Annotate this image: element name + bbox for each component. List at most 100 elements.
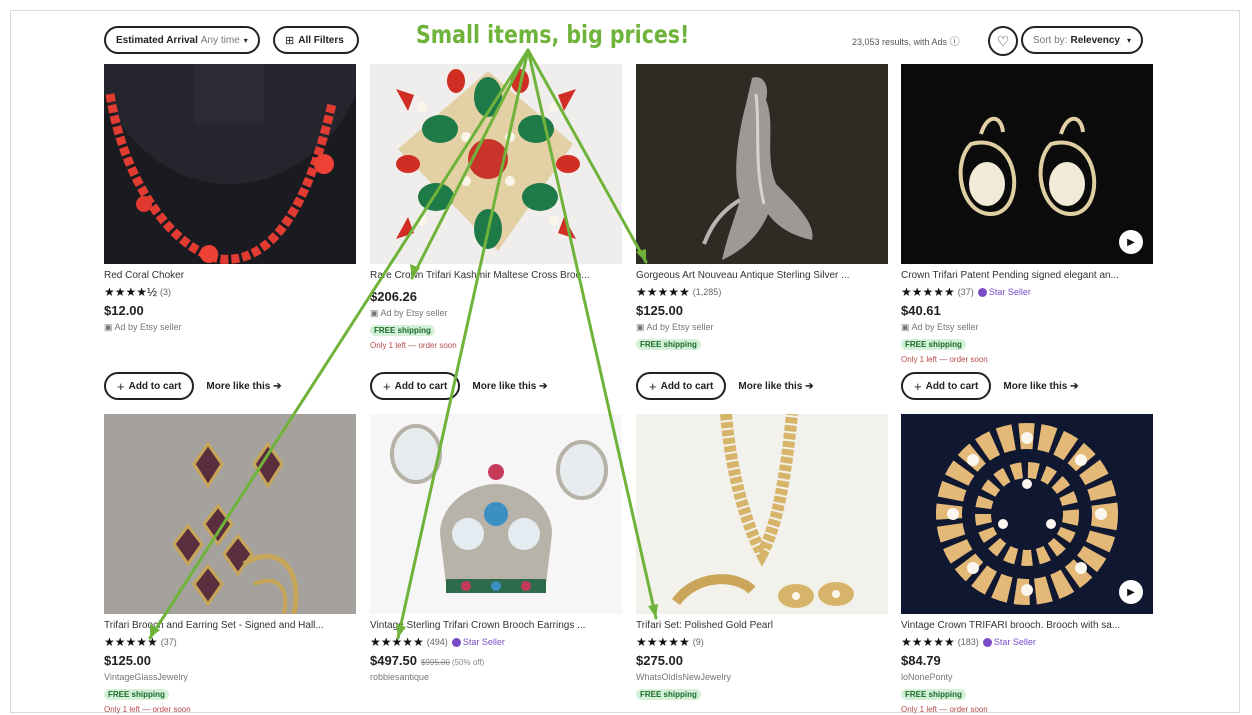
listing-image[interactable]: ▶ bbox=[901, 414, 1153, 614]
listing-image[interactable] bbox=[104, 414, 356, 614]
more-like-this-link[interactable]: More like this ➔ bbox=[472, 381, 547, 392]
star-rating-icon: ★★★★★ bbox=[901, 635, 955, 649]
listing-card[interactable]: Red Coral Choker ★★★★½ (3) $12.00 ▣ Ad b… bbox=[104, 64, 356, 334]
sort-dropdown[interactable]: Sort by: Relevency ▾ bbox=[1021, 26, 1143, 54]
review-count: (37) bbox=[160, 637, 177, 647]
star-seller-badge: Star Seller bbox=[977, 287, 1031, 298]
listing-title[interactable]: Vintage Sterling Trifari Crown Brooch Ea… bbox=[370, 620, 622, 633]
play-video-icon[interactable]: ▶ bbox=[1119, 580, 1143, 604]
listing-seller[interactable]: WhatsOldIsNewJewelry bbox=[636, 672, 888, 684]
listing-title[interactable]: Trifari Brooch and Earring Set - Signed … bbox=[104, 620, 356, 633]
listing-seller[interactable]: robbiesantique bbox=[370, 672, 622, 684]
scarcity-note: Only 1 left — order soon bbox=[901, 355, 988, 364]
review-count: (37) bbox=[957, 287, 974, 297]
more-like-this-link[interactable]: More like this ➔ bbox=[738, 381, 813, 392]
listing-actions: + Add to cart More like this ➔ bbox=[901, 372, 1078, 400]
listing-title[interactable]: Trifari Set: Polished Gold Pearl bbox=[636, 620, 888, 633]
more-like-this-label: More like this bbox=[472, 380, 537, 392]
free-shipping-badge: FREE shipping bbox=[901, 689, 966, 700]
listing-image[interactable] bbox=[636, 414, 888, 614]
plus-icon: + bbox=[117, 378, 125, 394]
annotation-headline: Small items, big prices! bbox=[416, 20, 690, 49]
listing-title[interactable]: Vintage Crown TRIFARI brooch. Brooch wit… bbox=[901, 620, 1153, 633]
chevron-down-icon: ▾ bbox=[1126, 35, 1131, 45]
red-coral-choker-image bbox=[104, 64, 356, 264]
listing-seller: ▣ Ad by Etsy seller bbox=[901, 322, 979, 332]
art-nouveau-silver-image bbox=[636, 64, 888, 264]
free-shipping-badge: FREE shipping bbox=[901, 339, 966, 350]
listing-image[interactable] bbox=[104, 64, 356, 264]
listing-card[interactable]: Trifari Set: Polished Gold Pearl ★★★★★ (… bbox=[636, 414, 888, 702]
listing-title[interactable]: Gorgeous Art Nouveau Antique Sterling Si… bbox=[636, 270, 888, 283]
listing-price: $206.26 bbox=[370, 289, 417, 304]
gold-pearl-set-image bbox=[636, 414, 888, 614]
listing-card[interactable]: ▶ Vintage Crown TRIFARI brooch. Brooch w… bbox=[901, 414, 1153, 715]
listing-card[interactable]: Vintage Sterling Trifari Crown Brooch Ea… bbox=[370, 414, 622, 684]
listing-card[interactable]: ▶ Crown Trifari Patent Pending signed el… bbox=[901, 64, 1153, 365]
listing-title[interactable]: Red Coral Choker bbox=[104, 270, 356, 283]
listing-seller: ▣ Ad by Etsy seller bbox=[370, 308, 448, 318]
original-price: $995.00 bbox=[421, 658, 450, 667]
star-seller-icon bbox=[451, 638, 461, 648]
review-count: (3) bbox=[160, 287, 172, 297]
crown-trifari-wreath-brooch-image bbox=[901, 414, 1153, 614]
review-count: (494) bbox=[426, 637, 448, 647]
review-count: (183) bbox=[957, 637, 979, 647]
add-to-cart-label: Add to cart bbox=[394, 380, 448, 392]
star-rating-icon: ★★★★★ bbox=[104, 635, 158, 649]
star-seller-icon bbox=[982, 638, 992, 648]
free-shipping-badge: FREE shipping bbox=[104, 689, 169, 700]
listing-price: $84.79 bbox=[901, 653, 941, 668]
star-rating-icon: ★★★★½ bbox=[104, 285, 158, 299]
sale-price: $497.50 bbox=[370, 653, 417, 668]
star-rating-icon: ★★★★★ bbox=[370, 635, 424, 649]
listing-seller[interactable]: loNonePonty bbox=[901, 672, 1153, 684]
scarcity-note: Only 1 left — order soon bbox=[370, 341, 457, 350]
listing-card[interactable]: Trifari Brooch and Earring Set - Signed … bbox=[104, 414, 356, 715]
favorite-search-button[interactable]: ♡ bbox=[988, 26, 1018, 56]
add-to-cart-button[interactable]: + Add to cart bbox=[901, 372, 992, 400]
listing-image[interactable] bbox=[370, 64, 622, 264]
listing-price: $40.61 bbox=[901, 303, 941, 318]
info-icon[interactable]: ⓘ bbox=[950, 37, 960, 48]
star-rating-icon: ★★★★★ bbox=[636, 635, 690, 649]
star-seller-badge: Star Seller bbox=[451, 637, 505, 648]
chevron-down-icon: ▾ bbox=[243, 35, 248, 45]
listing-seller: ▣ Ad by Etsy seller bbox=[104, 322, 182, 332]
add-to-cart-button[interactable]: + Add to cart bbox=[370, 372, 461, 400]
heart-icon: ♡ bbox=[996, 32, 1010, 49]
estimated-arrival-filter[interactable]: Estimated Arrival Any time ▾ bbox=[104, 26, 260, 54]
add-to-cart-button[interactable]: + Add to cart bbox=[104, 372, 195, 400]
sort-value: Relevency bbox=[1070, 34, 1120, 46]
add-to-cart-label: Add to cart bbox=[128, 380, 182, 392]
play-video-icon[interactable]: ▶ bbox=[1119, 230, 1143, 254]
more-like-this-link[interactable]: More like this ➔ bbox=[206, 381, 281, 392]
listing-rating: ★★★★★ (37) Star Seller bbox=[901, 285, 1153, 299]
listing-title[interactable]: Rare Crown Trifari Kashmir Maltese Cross… bbox=[370, 270, 622, 283]
listing-seller[interactable]: VintageGlassJewelry bbox=[104, 672, 356, 684]
star-seller-label: Star Seller bbox=[993, 636, 1036, 647]
plus-icon: + bbox=[383, 378, 391, 394]
listing-card[interactable]: Rare Crown Trifari Kashmir Maltese Cross… bbox=[370, 64, 622, 351]
add-to-cart-button[interactable]: + Add to cart bbox=[636, 372, 727, 400]
more-like-this-link[interactable]: More like this ➔ bbox=[1003, 381, 1078, 392]
listing-rating: ★★★★★ (37) bbox=[104, 635, 356, 649]
trifari-earrings-image bbox=[901, 64, 1153, 264]
listing-rating: ★★★★★ (494) Star Seller bbox=[370, 635, 622, 649]
listing-image[interactable] bbox=[370, 414, 622, 614]
listing-card[interactable]: Gorgeous Art Nouveau Antique Sterling Si… bbox=[636, 64, 888, 352]
listing-title[interactable]: Crown Trifari Patent Pending signed eleg… bbox=[901, 270, 1153, 283]
listing-image[interactable] bbox=[636, 64, 888, 264]
listing-price: $497.50 $995.00 (50% off) bbox=[370, 653, 622, 669]
listing-image[interactable]: ▶ bbox=[901, 64, 1153, 264]
star-seller-badge: Star Seller bbox=[982, 636, 1036, 648]
add-to-cart-label: Add to cart bbox=[660, 380, 714, 392]
plus-icon: + bbox=[914, 378, 922, 394]
filter-icon: ⊞ bbox=[285, 34, 295, 47]
add-to-cart-label: Add to cart bbox=[925, 380, 979, 392]
all-filters-label: All Filters bbox=[298, 34, 344, 46]
listing-actions: + Add to cart More like this ➔ bbox=[104, 372, 281, 400]
all-filters-button[interactable]: ⊞ All Filters bbox=[273, 26, 359, 54]
more-like-this-label: More like this bbox=[738, 380, 803, 392]
listing-actions: + Add to cart More like this ➔ bbox=[636, 372, 813, 400]
